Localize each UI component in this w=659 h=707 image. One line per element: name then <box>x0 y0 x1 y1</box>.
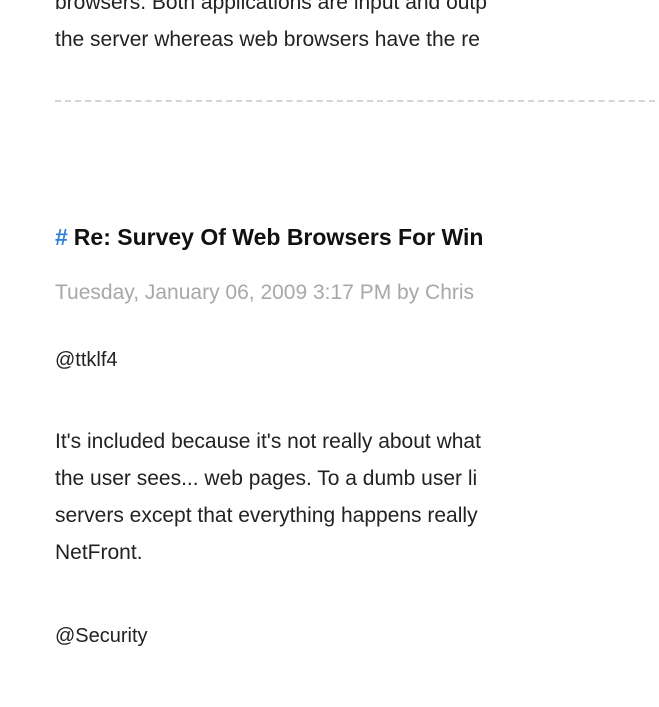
comment-body-line-4: NetFront. <box>55 541 143 564</box>
comment-divider <box>55 100 659 102</box>
mention-ttklf4: @ttklf4 <box>55 349 118 371</box>
comment-title: # Re: Survey Of Web Browsers For Win <box>55 219 483 255</box>
permalink-hash[interactable]: # <box>55 224 68 250</box>
comment-body-line-2: the user sees... web pages. To a dumb us… <box>55 467 478 490</box>
comment-meta: Tuesday, January 06, 2009 3:17 PM by Chr… <box>55 281 475 304</box>
previous-comment-line-2: the server whereas web browsers have the… <box>55 28 480 51</box>
comment-body-line-3: servers except that everything happens r… <box>55 504 478 527</box>
comment-body-line-1: It's included because it's not really ab… <box>55 430 481 453</box>
previous-comment-line-1: browsers. Both applications are input an… <box>55 0 487 14</box>
comment-title-text: Re: Survey Of Web Browsers For Win <box>73 224 484 250</box>
mention-security: @Security <box>55 625 148 647</box>
